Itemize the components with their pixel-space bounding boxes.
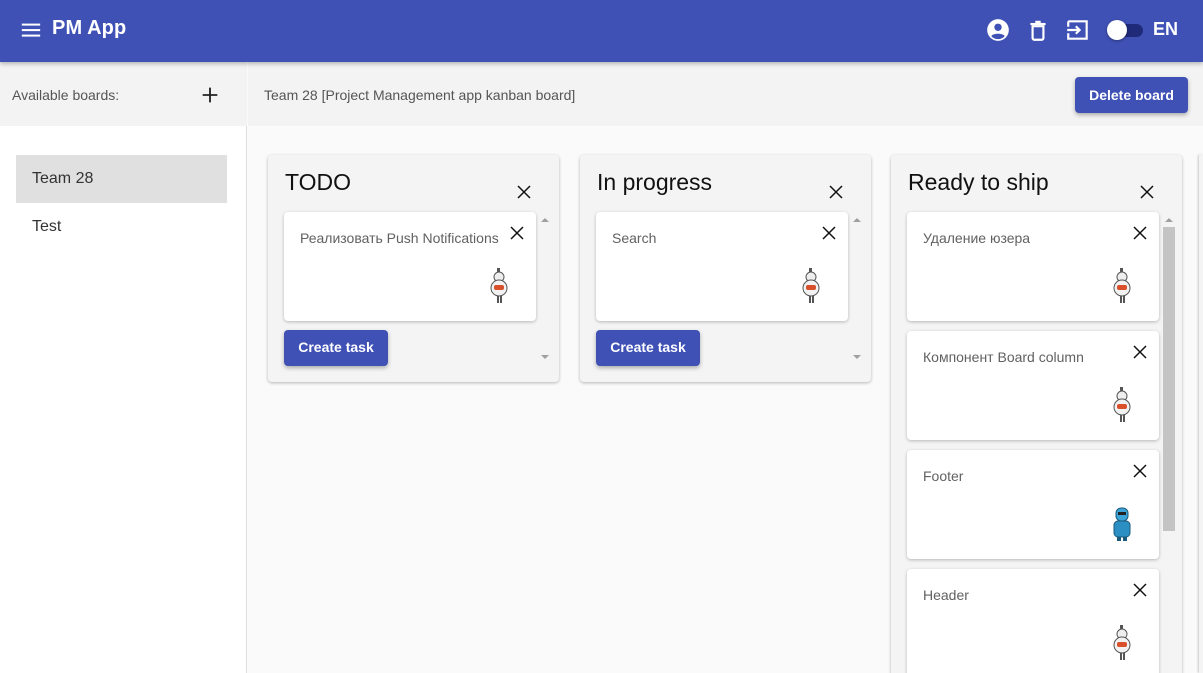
task-title: Компонент Board column — [923, 349, 1084, 365]
task-card[interactable]: Удаление юзера — [907, 212, 1159, 321]
board-column-ready-to-ship: Ready to ship Удаление юзера Компонент B… — [891, 155, 1182, 673]
board-title: Team 28 [Project Management app kanban b… — [264, 87, 576, 103]
user-avatar-icon — [1113, 268, 1131, 303]
sidebar: Available boards: Team 28 Test — [0, 62, 247, 673]
sidebar-item-team-28[interactable]: Team 28 — [16, 155, 227, 203]
close-icon[interactable] — [1131, 581, 1149, 599]
board-column-todo: TODO Реализовать Push Notifications Crea… — [268, 155, 559, 382]
trash-icon[interactable] — [1025, 17, 1051, 43]
logout-icon[interactable] — [1065, 17, 1091, 43]
task-card[interactable]: Реализовать Push Notifications — [284, 212, 536, 321]
app-title: PM App — [52, 17, 127, 39]
delete-board-button[interactable]: Delete board — [1075, 77, 1188, 113]
plus-icon[interactable] — [199, 84, 221, 106]
task-card[interactable]: Компонент Board column — [907, 331, 1159, 440]
close-icon[interactable] — [1131, 224, 1149, 242]
scroll-up-arrow[interactable] — [541, 218, 549, 222]
board-header: Team 28 [Project Management app kanban b… — [248, 62, 1203, 126]
task-title: Footer — [923, 468, 964, 484]
user-avatar-icon — [1113, 387, 1131, 422]
task-card[interactable]: Footer — [907, 450, 1159, 559]
sidebar-header: Available boards: — [0, 62, 247, 126]
close-icon[interactable] — [820, 224, 838, 242]
close-icon[interactable] — [1131, 462, 1149, 480]
scroll-up-arrow[interactable] — [853, 218, 861, 222]
board-column-in-progress: In progress Search Create task — [580, 155, 871, 382]
user-avatar-icon — [802, 268, 820, 303]
account-circle-icon[interactable] — [985, 17, 1011, 43]
column-title: In progress — [597, 169, 713, 195]
scroll-down-arrow[interactable] — [541, 355, 549, 359]
task-title: Header — [923, 587, 969, 603]
close-icon[interactable] — [515, 183, 533, 201]
available-boards-label: Available boards: — [12, 87, 120, 103]
column-title: TODO — [285, 169, 352, 195]
column-scrollbar[interactable] — [1163, 227, 1175, 531]
user-avatar-icon — [1113, 625, 1131, 660]
column-title: Ready to ship — [908, 169, 1049, 195]
menu-icon[interactable] — [20, 19, 42, 41]
scroll-up-arrow[interactable] — [1165, 218, 1173, 222]
toggle-knob — [1107, 20, 1127, 40]
close-icon[interactable] — [1131, 343, 1149, 361]
language-switch[interactable]: EN — [1153, 19, 1178, 40]
app-bar: PM App EN — [0, 0, 1203, 62]
task-title: Search — [612, 230, 657, 246]
next-column-edge — [1199, 155, 1203, 673]
task-card[interactable]: Header — [907, 569, 1159, 673]
task-title: Реализовать Push Notifications — [300, 230, 499, 246]
close-icon[interactable] — [827, 183, 845, 201]
create-task-button[interactable]: Create task — [596, 330, 700, 366]
scroll-down-arrow[interactable] — [853, 355, 861, 359]
task-title: Удаление юзера — [923, 230, 1031, 246]
close-icon[interactable] — [508, 224, 526, 242]
close-icon[interactable] — [1138, 183, 1156, 201]
create-task-button[interactable]: Create task — [284, 330, 388, 366]
user-avatar-icon — [1113, 507, 1131, 541]
task-card[interactable]: Search — [596, 212, 848, 321]
theme-toggle[interactable] — [1107, 20, 1145, 40]
user-avatar-icon — [490, 268, 508, 303]
sidebar-item-test[interactable]: Test — [16, 203, 227, 251]
